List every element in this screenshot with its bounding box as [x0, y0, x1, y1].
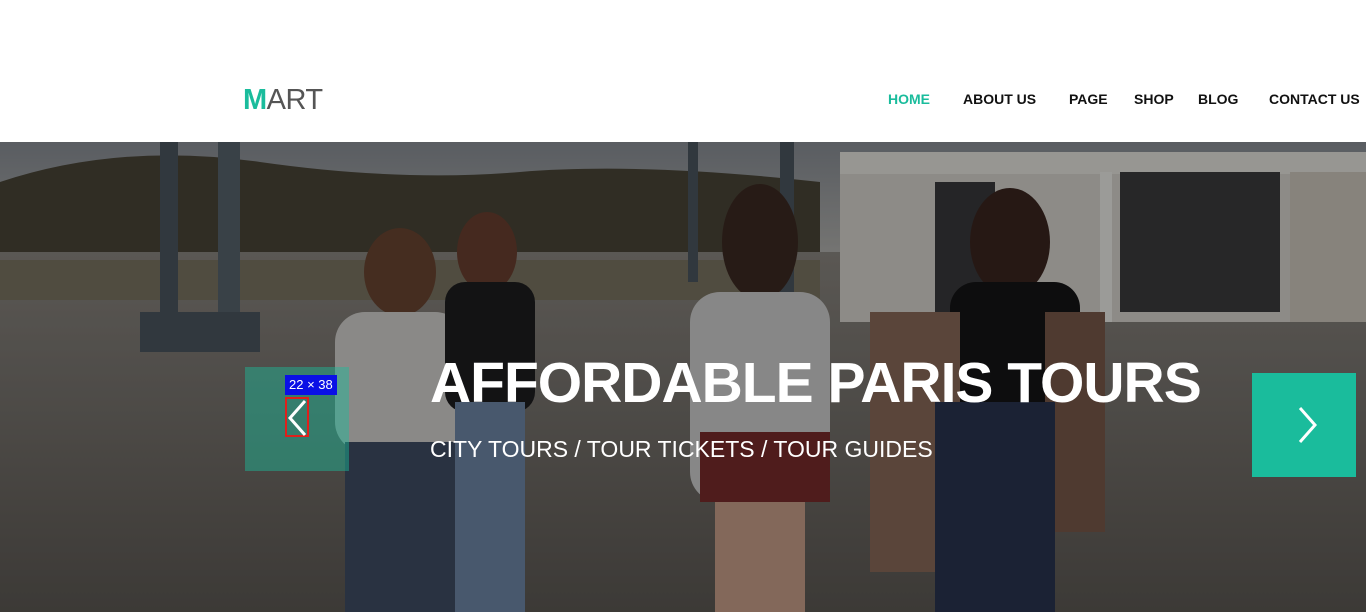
logo-text: ART — [266, 84, 323, 116]
nav-page[interactable]: PAGE — [1069, 91, 1108, 107]
nav-shop[interactable]: SHOP — [1134, 91, 1174, 107]
element-size-label: 22 × 38 — [285, 375, 337, 395]
slider-next-button[interactable] — [1252, 373, 1356, 477]
hero-subtitle: CITY TOURS / TOUR TICKETS / TOUR GUIDES — [430, 436, 933, 462]
nav-about-us[interactable]: ABOUT US — [963, 91, 1036, 107]
nav-contact-us[interactable]: CONTACT US — [1269, 91, 1360, 107]
hero-slider: AFFORDABLE PARIS TOURS CITY TOURS / TOUR… — [0, 142, 1366, 612]
chevron-left-icon — [287, 400, 307, 436]
slider-prev-button[interactable]: 22 × 38 — [245, 367, 349, 471]
hero-title: AFFORDABLE PARIS TOURS — [430, 351, 1202, 415]
logo-initial: M — [243, 84, 267, 116]
site-logo[interactable]: MART — [243, 84, 323, 116]
chevron-right-icon — [1298, 407, 1318, 443]
nav-home[interactable]: HOME — [888, 91, 930, 107]
site-header: MART HOME ABOUT US PAGE SHOP BLOG CONTAC… — [0, 0, 1366, 142]
nav-blog[interactable]: BLOG — [1198, 91, 1238, 107]
